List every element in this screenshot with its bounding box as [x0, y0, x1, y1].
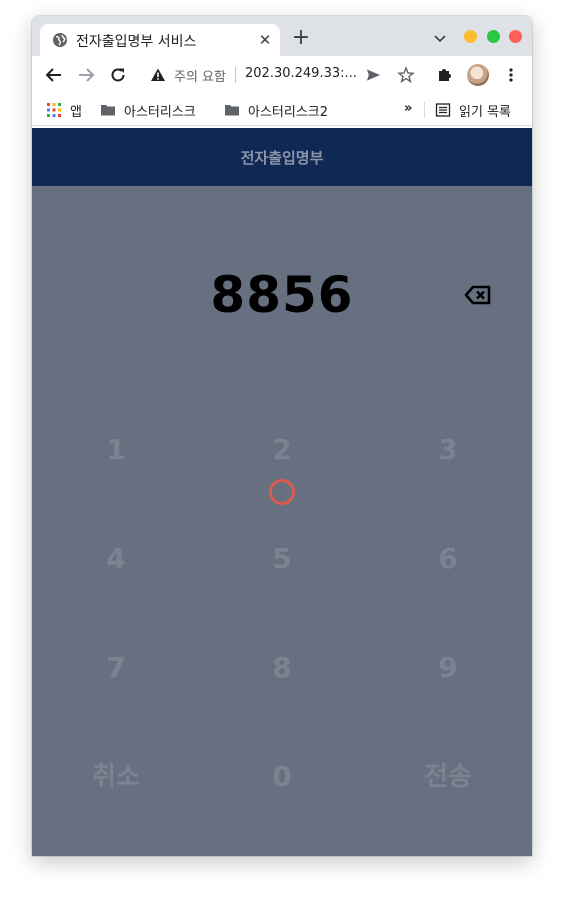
new-tab-button[interactable]: + — [290, 27, 312, 50]
backspace-icon[interactable] — [464, 284, 492, 306]
more-menu-icon[interactable] — [502, 66, 520, 84]
maximize-button[interactable] — [487, 30, 500, 43]
tab-search-chevron-icon[interactable] — [432, 30, 448, 46]
forward-arrow-icon[interactable] — [77, 66, 95, 84]
app-title: 전자출입명부 — [240, 149, 324, 167]
key-4[interactable]: 4 — [56, 531, 176, 587]
folder-icon[interactable] — [100, 102, 116, 118]
address-bar-url[interactable]: 202.30.249.33:... — [245, 66, 357, 81]
omnibox-divider — [235, 67, 236, 83]
reload-icon[interactable] — [109, 66, 127, 84]
tab-close-icon[interactable]: ✕ — [256, 31, 274, 49]
key-1[interactable]: 1 — [56, 422, 176, 478]
globe-icon — [53, 33, 67, 47]
tab-strip: 전자출입명부 서비스 ✕ + — [32, 16, 532, 56]
minimize-button[interactable] — [464, 30, 477, 43]
security-status[interactable]: 주의 요함 — [174, 66, 226, 85]
key-0[interactable]: 0 — [222, 749, 342, 805]
key-3[interactable]: 3 — [388, 422, 508, 478]
tab-title: 전자출입명부 서비스 — [76, 34, 197, 50]
apps-grid-icon[interactable] — [46, 102, 62, 118]
bookmarks-overflow-chevron[interactable]: » — [404, 101, 412, 116]
bookmark-folder-asterisk[interactable]: 아스터리스크 — [124, 101, 196, 120]
page-content: 전자출입명부 8856 1 2 3 4 5 6 7 8 9 취소 0 전송 — [32, 128, 532, 856]
touch-indicator — [269, 479, 295, 505]
key-2[interactable]: 2 — [222, 422, 342, 478]
bookmark-star-icon[interactable] — [397, 66, 415, 84]
browser-window: 전자출입명부 서비스 ✕ + 주의 요함 202.30.249.33:... 앱… — [32, 16, 532, 856]
reading-list-icon[interactable] — [435, 102, 451, 118]
key-7[interactable]: 7 — [56, 640, 176, 696]
submit-button[interactable]: 전송 — [388, 749, 508, 805]
bookmarks-bar: 앱 아스터리스크 아스터리스크2 » 읽기 목록 — [32, 94, 532, 126]
browser-toolbar: 주의 요함 202.30.249.33:... — [32, 56, 532, 94]
profile-avatar[interactable] — [467, 64, 489, 86]
key-9[interactable]: 9 — [388, 640, 508, 696]
key-5[interactable]: 5 — [222, 531, 342, 587]
reading-list-label[interactable]: 읽기 목록 — [459, 101, 511, 120]
send-icon[interactable] — [365, 66, 382, 84]
key-6[interactable]: 6 — [388, 531, 508, 587]
warning-triangle-icon[interactable] — [150, 67, 166, 83]
close-window-button[interactable] — [509, 30, 522, 43]
back-arrow-icon[interactable] — [45, 66, 63, 84]
browser-tab[interactable]: 전자출입명부 서비스 ✕ — [40, 24, 280, 56]
pin-display: 8856 — [210, 266, 354, 324]
extensions-puzzle-icon[interactable] — [436, 66, 454, 84]
key-8[interactable]: 8 — [222, 640, 342, 696]
bookmark-folder-asterisk2[interactable]: 아스터리스크2 — [248, 101, 328, 120]
bookmarks-divider — [424, 102, 425, 118]
bookmark-apps[interactable]: 앱 — [70, 101, 82, 120]
cancel-button[interactable]: 취소 — [56, 749, 176, 805]
app-header: 전자출입명부 — [32, 128, 532, 186]
folder-icon[interactable] — [224, 102, 240, 118]
